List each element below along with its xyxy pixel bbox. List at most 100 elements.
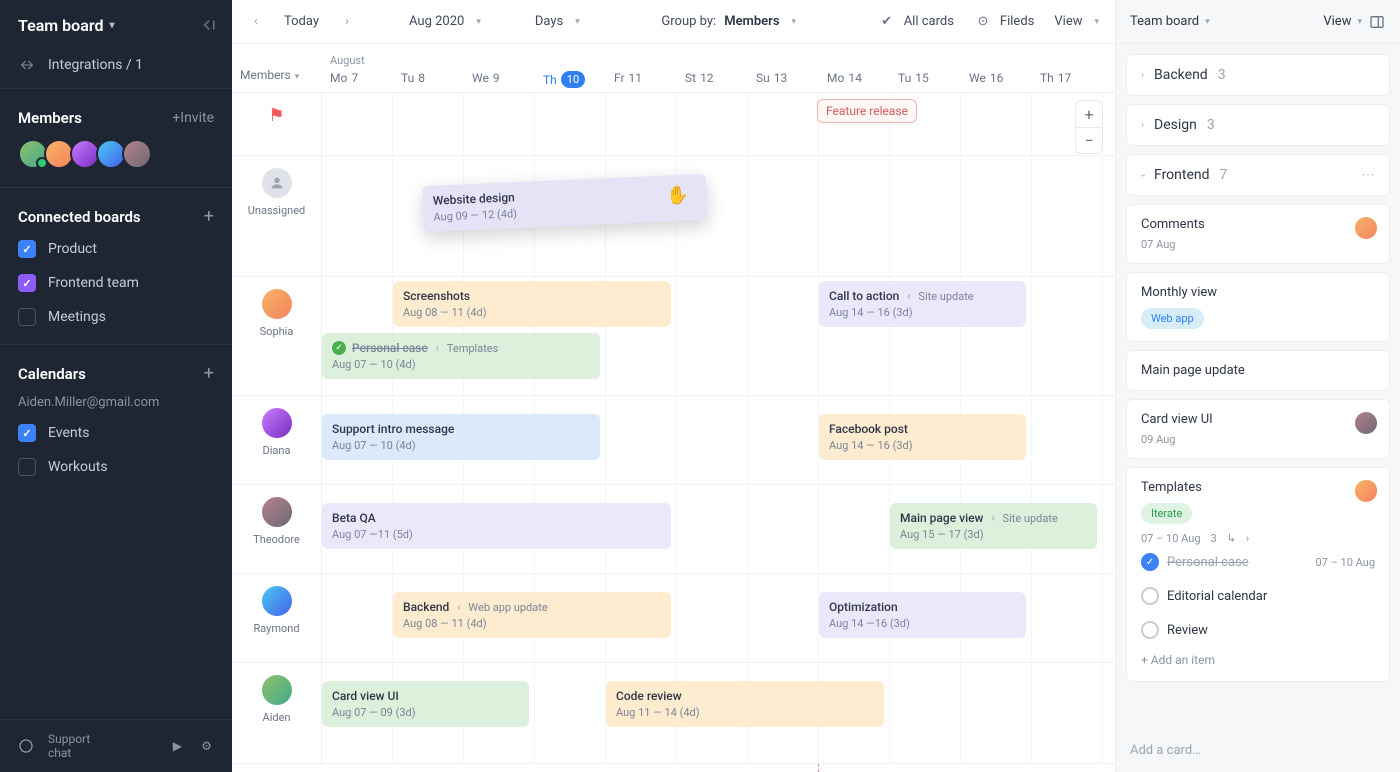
connected-board-meetings[interactable]: Meetings xyxy=(0,300,232,334)
add-calendar-button[interactable]: + xyxy=(204,365,214,383)
prev-period-button[interactable]: ‹ xyxy=(248,14,264,29)
day-header[interactable]: Th 17 xyxy=(1040,71,1095,85)
group-backend[interactable]: ›Backend3 xyxy=(1126,54,1390,96)
task-card-support-intro[interactable]: Support intro message Aug 07 — 10 (4d) xyxy=(322,414,600,460)
day-header[interactable]: Fr 11 xyxy=(614,71,669,85)
unchecked-circle-icon xyxy=(1141,587,1159,605)
card-title: Main page update xyxy=(1141,363,1375,378)
add-subtask-button[interactable]: + Add an item xyxy=(1141,647,1375,669)
subtask-personal-case[interactable]: Personal case07 – 10 Aug xyxy=(1141,545,1375,579)
day-header[interactable]: Su 13 xyxy=(756,71,811,85)
task-card-backend[interactable]: Backend‹Web app update Aug 08 — 11 (4d) xyxy=(393,592,671,638)
day-header[interactable]: We 16 xyxy=(969,71,1024,85)
avatar xyxy=(1355,217,1377,239)
milestone-row: ⚑ Feature release xyxy=(232,93,1115,156)
members-column-header[interactable]: Members▾ xyxy=(232,44,322,92)
group-frontend[interactable]: ›Frontend7⋯ xyxy=(1126,154,1390,196)
avatar[interactable] xyxy=(122,139,152,169)
right-view-picker[interactable]: View▾ xyxy=(1323,14,1362,29)
subtask-review[interactable]: Review xyxy=(1141,613,1375,647)
avatar[interactable] xyxy=(262,497,292,527)
task-card-website-design[interactable]: Website design Aug 09 — 12 (4d) ✋ xyxy=(422,174,708,232)
scale-picker[interactable]: Days▾ xyxy=(535,14,580,29)
avatar[interactable] xyxy=(262,289,292,319)
day-header[interactable]: Tu 15 xyxy=(898,71,953,85)
chevron-down-icon: › xyxy=(1137,173,1148,176)
label: Frontend team xyxy=(48,275,139,291)
avatar[interactable] xyxy=(262,675,292,705)
member-avatar-stack[interactable] xyxy=(0,133,232,183)
chevron-down-icon: ▾ xyxy=(792,17,797,27)
group-by-picker[interactable]: Group by: Members ▾ xyxy=(661,14,796,29)
member-name: Raymond xyxy=(253,622,299,635)
card-main-page-update[interactable]: Main page update xyxy=(1126,350,1390,391)
today-button[interactable]: Today xyxy=(284,14,319,29)
zoom-out-button[interactable]: − xyxy=(1076,127,1102,153)
group-design[interactable]: ›Design3 xyxy=(1126,104,1390,146)
task-card-card-view-ui[interactable]: Card view UI Aug 07 — 09 (3d) xyxy=(322,681,529,727)
left-sidebar: Team board ▾ Integrations / 1 Members +I… xyxy=(0,0,232,772)
connected-board-product[interactable]: Product xyxy=(0,232,232,266)
task-card-beta-qa[interactable]: Beta QA Aug 07 —11 (5d) xyxy=(322,503,671,549)
timeline-body[interactable]: ⚑ Feature release Unassigned Website xyxy=(232,93,1115,772)
card-comments[interactable]: Comments 07 Aug xyxy=(1126,204,1390,264)
checkbox-icon xyxy=(18,308,36,326)
today-pill: 10 xyxy=(561,71,585,88)
task-card-main-page-view[interactable]: Main page view‹Site update Aug 15 — 17 (… xyxy=(890,503,1097,549)
calendar-events[interactable]: Events xyxy=(0,416,232,450)
day-header[interactable]: St 12 xyxy=(685,71,740,85)
task-card-personal-case[interactable]: ✓Personal case‹Templates Aug 07 — 10 (4d… xyxy=(322,333,600,379)
card-card-view-ui[interactable]: Card view UI 09 Aug xyxy=(1126,399,1390,459)
card-templates[interactable]: Templates Iterate 07 – 10 Aug 3 ↳ › Pers… xyxy=(1126,467,1390,682)
connected-board-frontend[interactable]: Frontend team xyxy=(0,266,232,300)
all-cards-filter[interactable]: ✔All cards xyxy=(878,13,954,31)
task-card-call-to-action[interactable]: Call to action‹Site update Aug 14 — 16 (… xyxy=(819,281,1026,327)
task-card-facebook-post[interactable]: Facebook post Aug 14 — 16 (3d) xyxy=(819,414,1026,460)
day-header[interactable]: Tu 8 xyxy=(401,71,456,85)
day-header-today[interactable]: Th 10 xyxy=(543,71,598,88)
integrations-link[interactable]: Integrations / 1 xyxy=(0,46,232,84)
avatar[interactable] xyxy=(262,408,292,438)
milestone-card[interactable]: Feature release xyxy=(817,99,917,123)
avatar[interactable] xyxy=(262,586,292,616)
month-picker[interactable]: Aug 2020▾ xyxy=(409,14,481,29)
fields-toggle[interactable]: ⊙Fileds xyxy=(974,13,1034,31)
calendar-account-email: Aiden.Miller@gmail.com xyxy=(0,389,232,416)
right-board-switcher[interactable]: Team board▾ xyxy=(1130,14,1210,29)
task-card-optimization[interactable]: Optimization Aug 14 —16 (3d) xyxy=(819,592,1026,638)
add-card-button[interactable]: Add a card… xyxy=(1116,735,1400,772)
zoom-in-button[interactable]: + xyxy=(1076,101,1102,127)
task-card-code-review[interactable]: Code review Aug 11 — 14 (4d) xyxy=(606,681,884,727)
play-store-icon[interactable]: ▶ xyxy=(170,738,185,754)
card-tag: Iterate xyxy=(1141,503,1192,524)
board-name: Team board xyxy=(18,16,103,35)
view-picker-toolbar[interactable]: View▾ xyxy=(1054,14,1099,29)
support-chat-link[interactable]: Support chat xyxy=(48,732,113,760)
card-monthly-view[interactable]: Monthly view Web app xyxy=(1126,272,1390,342)
day-header[interactable]: Mo 7 xyxy=(330,71,385,85)
row-theodore: Theodore Beta QA Aug 07 —11 (5d) Main pa… xyxy=(232,485,1115,574)
settings-gear-icon[interactable]: ⚙ xyxy=(199,738,214,754)
next-period-button[interactable]: › xyxy=(339,14,355,29)
chevron-left-icon: ‹ xyxy=(436,343,439,354)
board-switcher[interactable]: Team board ▾ xyxy=(18,16,114,35)
flag-icon: ⚑ xyxy=(268,105,284,126)
more-options-icon[interactable]: ⋯ xyxy=(1361,167,1375,183)
card-title: Monthly view xyxy=(1141,285,1375,300)
task-card-screenshots[interactable]: Screenshots Aug 08 — 11 (4d) xyxy=(393,281,671,327)
checkbox-icon xyxy=(18,240,36,258)
subtask-editorial-calendar[interactable]: Editorial calendar xyxy=(1141,579,1375,613)
day-header[interactable]: We 9 xyxy=(472,71,527,85)
collapse-sidebar-icon[interactable] xyxy=(196,14,218,36)
apple-icon[interactable] xyxy=(141,738,156,754)
chat-icon[interactable] xyxy=(18,738,34,754)
add-connected-board-button[interactable]: + xyxy=(204,208,214,226)
invite-button[interactable]: +Invite xyxy=(172,110,214,126)
expand-subtasks-button[interactable]: › xyxy=(1246,532,1249,545)
calendar-workouts[interactable]: Workouts xyxy=(0,450,232,484)
panel-layout-icon[interactable] xyxy=(1368,13,1386,31)
chevron-left-icon: ‹ xyxy=(991,513,994,524)
day-header[interactable]: Mo 14 xyxy=(827,71,882,85)
card-tag: Web app xyxy=(1141,308,1204,329)
avatar xyxy=(1357,480,1377,500)
